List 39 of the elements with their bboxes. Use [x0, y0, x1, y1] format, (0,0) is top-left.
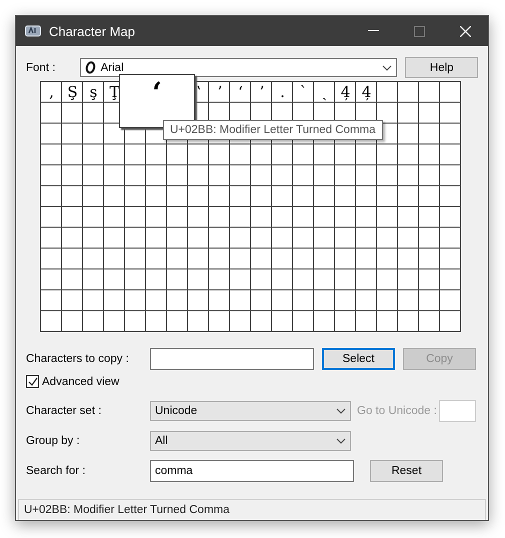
character-glyph[interactable]: ʻ [238, 83, 243, 102]
font-label: Font : [26, 62, 56, 74]
characters-to-copy-field[interactable] [150, 348, 314, 370]
character-glyph[interactable]: Ţ [109, 83, 120, 102]
status-text: U+02BB: Modifier Letter Turned Comma [24, 504, 230, 516]
help-button[interactable]: Help [405, 57, 478, 78]
advanced-view-label: Advanced view [42, 376, 120, 388]
character-glyph[interactable]: ş [90, 83, 98, 102]
chevron-down-icon [382, 64, 392, 70]
character-glyph[interactable]: Ş [67, 83, 78, 102]
character-glyph[interactable]: ʼ [259, 83, 264, 102]
window-title: Character Map [49, 24, 136, 38]
minimize-icon [368, 30, 378, 32]
chevron-down-icon [336, 438, 346, 444]
character-glyph[interactable]: ˋ [300, 83, 308, 102]
font-type-icon [84, 61, 96, 74]
character-glyph[interactable]: ʼ [217, 83, 222, 102]
group-by-label: Group by : [26, 435, 81, 447]
group-by-dropdown[interactable]: All [150, 431, 351, 451]
font-dropdown[interactable]: Arial [80, 58, 398, 77]
characters-to-copy-label: Characters to copy : [26, 353, 130, 365]
search-for-label: Search for : [26, 465, 86, 477]
character-glyph[interactable]: ʽ [196, 83, 201, 102]
app-icon [25, 25, 41, 37]
character-glyph[interactable]: ˏ [322, 82, 327, 102]
go-to-unicode-label: Go to Unicode : [357, 405, 438, 417]
character-set-label: Character set : [26, 405, 102, 417]
character-set-dropdown[interactable]: Unicode [150, 401, 351, 421]
close-icon [460, 26, 470, 36]
character-glyph[interactable]: , [49, 83, 54, 102]
select-button[interactable]: Select [322, 348, 395, 370]
character-glyph[interactable]: 4̦ [362, 83, 372, 102]
reset-button[interactable]: Reset [370, 460, 443, 482]
character-glyph[interactable]: . [280, 83, 285, 102]
character-glyph[interactable]: 4̦ [340, 83, 350, 102]
search-field[interactable]: comma [150, 460, 354, 482]
maximize-icon [414, 26, 424, 36]
chevron-down-icon [336, 408, 346, 414]
advanced-view-checkbox[interactable] [26, 375, 39, 388]
